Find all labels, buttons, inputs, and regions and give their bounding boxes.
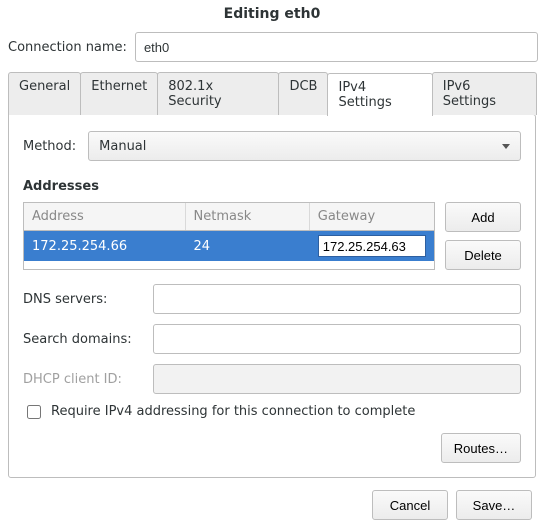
search-domains-input[interactable] bbox=[153, 324, 521, 354]
address-table: Address Netmask Gateway 172.25.254.66 24 bbox=[23, 202, 435, 270]
col-netmask: Netmask bbox=[186, 203, 310, 230]
table-row[interactable]: 172.25.254.66 24 bbox=[24, 231, 434, 261]
connection-name-input[interactable] bbox=[135, 32, 538, 62]
connection-name-label: Connection name: bbox=[6, 40, 127, 55]
cell-netmask: 24 bbox=[186, 231, 310, 261]
method-select[interactable]: Manual bbox=[88, 131, 521, 161]
tab-general[interactable]: General bbox=[8, 72, 81, 115]
col-gateway: Gateway bbox=[310, 203, 434, 230]
method-label: Method: bbox=[23, 139, 76, 154]
add-button[interactable]: Add bbox=[445, 202, 521, 232]
dns-servers-label: DNS servers: bbox=[23, 292, 145, 307]
chevron-down-icon bbox=[502, 144, 510, 149]
dhcp-client-id-input bbox=[153, 364, 521, 394]
tab-dcb[interactable]: DCB bbox=[278, 72, 328, 115]
window-title: Editing eth0 bbox=[0, 0, 544, 32]
require-ipv4-label: Require IPv4 addressing for this connect… bbox=[51, 404, 415, 419]
tab-ipv6-settings[interactable]: IPv6 Settings bbox=[432, 72, 537, 115]
ipv4-panel: Method: Manual Addresses Address Netmask… bbox=[8, 114, 536, 478]
gateway-input[interactable] bbox=[318, 235, 426, 257]
dhcp-client-id-label: DHCP client ID: bbox=[23, 372, 145, 387]
cell-address: 172.25.254.66 bbox=[24, 231, 186, 261]
tab-ipv4-settings[interactable]: IPv4 Settings bbox=[327, 73, 432, 116]
tab-bar: General Ethernet 802.1x Security DCB IPv… bbox=[8, 72, 536, 115]
tab-8021x-security[interactable]: 802.1x Security bbox=[157, 72, 279, 115]
routes-button[interactable]: Routes… bbox=[441, 433, 521, 463]
save-button[interactable]: Save… bbox=[456, 490, 532, 520]
cancel-button[interactable]: Cancel bbox=[372, 490, 448, 520]
require-ipv4-checkbox[interactable] bbox=[27, 405, 41, 419]
editor-window: Editing eth0 Connection name: General Et… bbox=[0, 0, 544, 520]
method-value: Manual bbox=[99, 139, 146, 154]
addresses-heading: Addresses bbox=[23, 179, 521, 194]
tab-ethernet[interactable]: Ethernet bbox=[80, 72, 158, 115]
search-domains-label: Search domains: bbox=[23, 332, 145, 347]
col-address: Address bbox=[24, 203, 186, 230]
dns-servers-input[interactable] bbox=[153, 284, 521, 314]
delete-button[interactable]: Delete bbox=[445, 240, 521, 270]
